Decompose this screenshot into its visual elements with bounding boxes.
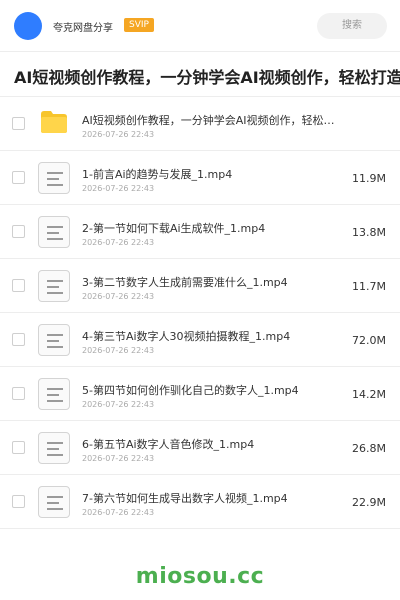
- row-checkbox[interactable]: [12, 225, 25, 238]
- file-size: 14.2M: [352, 388, 386, 401]
- file-name[interactable]: 1-前言Ai的趋势与发展_1.mp4: [82, 166, 342, 182]
- file-name[interactable]: 4-第三节Ai数字人30视频拍摄教程_1.mp4: [82, 328, 342, 344]
- watermark: miosou.cc: [135, 564, 265, 589]
- file-date: 2026-07-26 22:43: [82, 508, 155, 517]
- video-file-icon: [38, 216, 70, 248]
- brand-name: 夸克网盘分享: [53, 23, 113, 34]
- file-date: 2026-07-26 22:43: [82, 130, 155, 139]
- file-name[interactable]: AI短视频创作教程，一分钟学会AI视频创作，轻松打造爆款: [82, 112, 342, 128]
- file-size: 26.8M: [352, 442, 386, 455]
- file-row[interactable]: 1-前言Ai的趋势与发展_1.mp4 2026-07-26 22:43 11.9M: [0, 151, 400, 205]
- vip-badge: SVIP: [124, 18, 154, 32]
- file-name[interactable]: 7-第六节如何生成导出数字人视频_1.mp4: [82, 490, 342, 506]
- video-file-icon: [38, 162, 70, 194]
- file-row[interactable]: 5-第四节如何创作驯化自己的数字人_1.mp4 2026-07-26 22:43 1…: [0, 367, 400, 421]
- avatar[interactable]: [14, 12, 42, 40]
- file-name[interactable]: 5-第四节如何创作驯化自己的数字人_1.mp4: [82, 382, 342, 398]
- file-name[interactable]: 6-第五节Ai数字人音色修改_1.mp4: [82, 436, 342, 452]
- file-size: 72.0M: [352, 334, 386, 347]
- row-checkbox[interactable]: [12, 171, 25, 184]
- folder-row[interactable]: AI短视频创作教程，一分钟学会AI视频创作，轻松打造爆款 2026-07-26 2…: [0, 97, 400, 151]
- file-list: AI短视频创作教程，一分钟学会AI视频创作，轻松打造爆款 2026-07-26 2…: [0, 96, 400, 529]
- file-date: 2026-07-26 22:43: [82, 346, 155, 355]
- file-date: 2026-07-26 22:43: [82, 184, 155, 193]
- file-row[interactable]: 6-第五节Ai数字人音色修改_1.mp4 2026-07-26 22:43 26.8…: [0, 421, 400, 475]
- video-file-icon: [38, 270, 70, 302]
- file-date: 2026-07-26 22:43: [82, 454, 155, 463]
- file-name[interactable]: 2-第一节如何下载Ai生成软件_1.mp4: [82, 220, 342, 236]
- row-checkbox[interactable]: [12, 441, 25, 454]
- page-title: AI短视频创作教程，一分钟学会AI视频创作，轻松打造爆款: [14, 68, 400, 87]
- header: 夸克网盘分享 SVIP 搜索: [0, 0, 400, 52]
- video-file-icon: [38, 324, 70, 356]
- file-size: 11.7M: [352, 280, 386, 293]
- search-button[interactable]: 搜索: [317, 13, 387, 39]
- file-size: 11.9M: [352, 172, 386, 185]
- video-file-icon: [38, 486, 70, 518]
- file-row[interactable]: 4-第三节Ai数字人30视频拍摄教程_1.mp4 2026-07-26 22:43…: [0, 313, 400, 367]
- file-row[interactable]: 3-第二节数字人生成前需要准什么_1.mp4 2026-07-26 22:43 11…: [0, 259, 400, 313]
- video-file-icon: [38, 378, 70, 410]
- row-checkbox[interactable]: [12, 495, 25, 508]
- row-checkbox[interactable]: [12, 117, 25, 130]
- row-checkbox[interactable]: [12, 333, 25, 346]
- file-row[interactable]: 7-第六节如何生成导出数字人视频_1.mp4 2026-07-26 22:43 22…: [0, 475, 400, 529]
- row-checkbox[interactable]: [12, 387, 25, 400]
- file-size: 22.9M: [352, 496, 386, 509]
- file-size: 13.8M: [352, 226, 386, 239]
- file-date: 2026-07-26 22:43: [82, 238, 155, 247]
- file-name[interactable]: 3-第二节数字人生成前需要准什么_1.mp4: [82, 274, 342, 290]
- file-date: 2026-07-26 22:43: [82, 400, 155, 409]
- row-checkbox[interactable]: [12, 279, 25, 292]
- file-row[interactable]: 2-第一节如何下载Ai生成软件_1.mp4 2026-07-26 22:43 13.…: [0, 205, 400, 259]
- file-date: 2026-07-26 22:43: [82, 292, 155, 301]
- video-file-icon: [38, 432, 70, 464]
- folder-icon: [40, 110, 68, 133]
